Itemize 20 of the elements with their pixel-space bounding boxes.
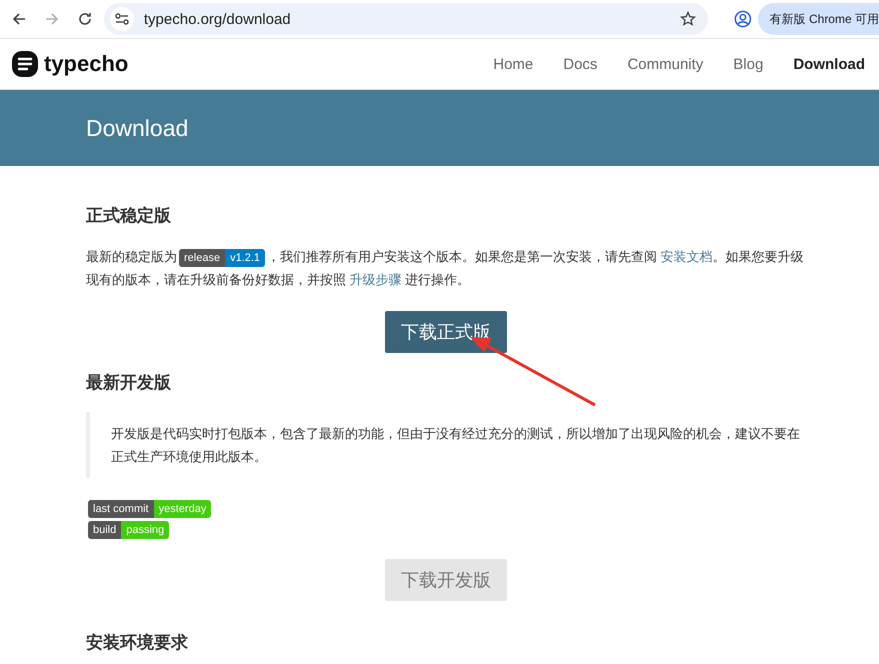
site-settings-icon[interactable] <box>110 7 134 31</box>
section-heading: 正式稳定版 <box>86 205 172 227</box>
star-icon[interactable] <box>680 11 696 27</box>
logo-text: typecho <box>44 51 128 77</box>
update-chip[interactable]: 有新版 Chrome 可用 <box>758 3 879 35</box>
address-bar[interactable]: typecho.org/download <box>104 3 708 35</box>
nav-link[interactable]: Download <box>793 56 865 72</box>
logo-icon <box>12 51 38 77</box>
doc-link[interactable]: 安装文档 <box>660 249 713 264</box>
nav-link[interactable]: Home <box>493 56 534 72</box>
nav-link[interactable]: Docs <box>563 56 598 72</box>
profile-icon[interactable] <box>734 9 752 29</box>
page-title: Download <box>86 114 188 142</box>
doc-link[interactable]: 升级步骤 <box>350 272 402 287</box>
paragraph: 最新的稳定版为 release v1.2.1 ，我们推荐所有用户安装这个版本。如果您是第一次安装，请先查阅 安装文档。如果您要升级现有的版本，请在升级前备份好数据，并按照 升级步骤 进行操作。 <box>86 248 805 289</box>
paragraph: 开发版是代码实时打包版本，包含了最新的功能，但由于没有经过充分的测试，所以增加了出现风险的机会，建议不要在正式生产环境使用此版本。 <box>111 425 801 466</box>
nav-link[interactable]: Blog <box>733 56 764 72</box>
section-heading: 最新开发版 <box>86 372 172 394</box>
section-heading: 安装环境要求 <box>86 632 189 654</box>
nav-link[interactable]: Community <box>627 56 704 72</box>
